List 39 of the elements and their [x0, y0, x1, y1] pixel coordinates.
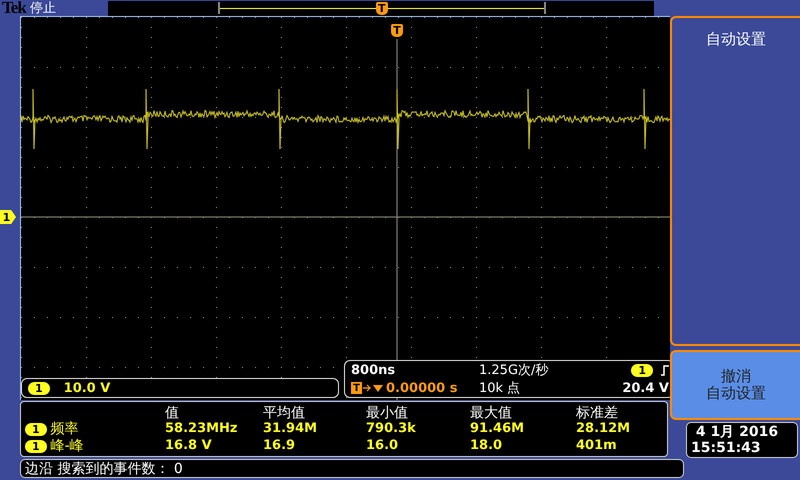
column-header: 平均值 — [263, 404, 306, 420]
record-length: 10k 点 — [479, 380, 522, 397]
measurement-value: 91.46M — [470, 420, 526, 438]
measurement-value: 16.9 — [263, 438, 296, 454]
arrow-icon — [363, 383, 385, 393]
measurement-value: 58.23MHz — [165, 420, 239, 438]
measurement-value: 18.0 — [470, 438, 504, 454]
timebase: 800ns — [351, 362, 396, 378]
brand-logo: Tek — [2, 0, 26, 18]
measurement-name: 频率 — [50, 420, 79, 438]
acquisition-state: 停止 — [30, 0, 56, 17]
measurement-name: 峰-峰 — [50, 437, 84, 455]
trigger-marker[interactable]: T — [391, 24, 403, 37]
measurement-value: 16.0 — [366, 438, 400, 454]
undo-autoset-button[interactable]: 撤消 自动设置 — [670, 350, 800, 420]
date-time-display: 4 1月 2016 15:51:43 — [686, 422, 798, 458]
column-header: 标准差 — [576, 404, 619, 420]
search-status: 边沿 搜索到的事件数： 0 — [20, 459, 684, 478]
channel-badge: 1 — [25, 440, 47, 452]
rising-edge-icon — [661, 364, 669, 376]
vertical-scale: 10.0 V — [64, 380, 110, 396]
column-header: 最大值 — [470, 404, 513, 420]
measurement-value: 31.94M — [263, 420, 318, 438]
measurement-value: 790.3k — [366, 420, 417, 438]
measurement-value: 401m — [576, 438, 618, 454]
measurement-value: 28.12M — [576, 420, 632, 438]
trigger-position-marker: T — [376, 2, 388, 14]
sample-rate: 1.25G次/秒 — [479, 362, 550, 379]
column-header: 最小值 — [366, 404, 409, 420]
menu-title: 自动设置 — [670, 16, 800, 346]
trigger-channel-badge: 1 — [631, 364, 653, 376]
trigger-delay: 0.00000 s — [386, 380, 458, 396]
trigger-level: 20.4 V — [622, 380, 669, 396]
column-header: 值 — [165, 404, 180, 420]
channel-badge: 1 — [25, 422, 47, 436]
channel-marker[interactable]: 1 — [0, 210, 16, 224]
measurement-value: 16.8 V — [165, 438, 213, 454]
delay-marker: T — [351, 382, 362, 394]
channel-badge: 1 — [28, 382, 50, 394]
